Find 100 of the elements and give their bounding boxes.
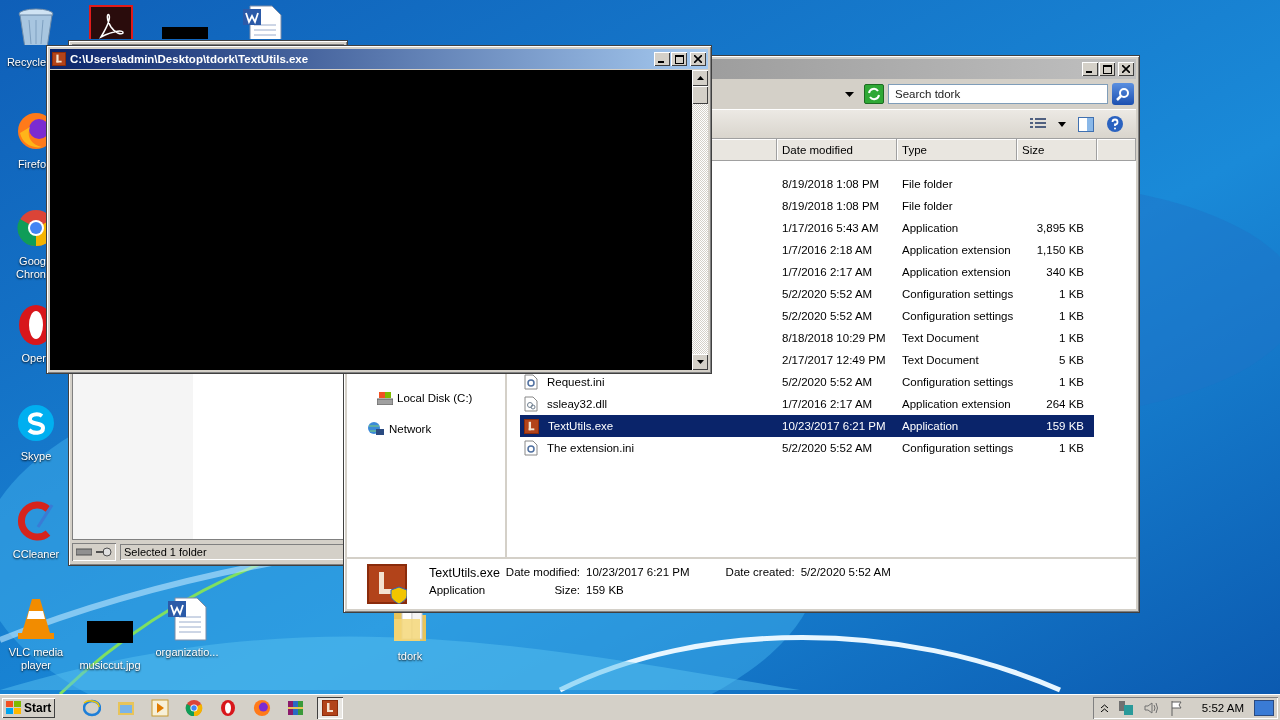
detail-value: 159 KB bbox=[586, 584, 625, 598]
app-icon bbox=[367, 564, 407, 604]
file-row[interactable]: 2/17/2017 12:49 PM Text Document 5 KB bbox=[777, 349, 1094, 371]
desktop-icon-label: Firefo bbox=[16, 158, 46, 171]
speaker-icon[interactable] bbox=[1143, 700, 1160, 715]
date-cell-text: 8/19/2018 1:08 PM bbox=[781, 178, 881, 190]
maximize-icon bbox=[1102, 64, 1112, 74]
app-icon bbox=[52, 52, 66, 66]
play-icon bbox=[151, 698, 170, 717]
close-button[interactable] bbox=[690, 52, 706, 66]
file-row[interactable]: 1/7/2016 2:18 AM Application extension 1,150 KB bbox=[777, 239, 1094, 261]
scrollbar[interactable] bbox=[692, 70, 708, 370]
file-row[interactable]: 8/19/2018 1:08 PM File folder bbox=[777, 173, 1094, 195]
desktop-icon-label: tdork bbox=[397, 650, 423, 663]
type-cell-text: File folder bbox=[901, 200, 954, 212]
minimize-button[interactable] bbox=[654, 52, 670, 66]
refresh-button[interactable] bbox=[864, 84, 884, 104]
document-icon[interactable] bbox=[242, 5, 282, 39]
library-file-icon bbox=[524, 396, 538, 412]
size-cell-text: 159 KB bbox=[1045, 420, 1084, 432]
show-desktop-icon[interactable] bbox=[1254, 699, 1274, 716]
size-cell-text: 340 KB bbox=[1045, 266, 1084, 278]
close-button[interactable] bbox=[1118, 62, 1134, 76]
column-header[interactable]: Type bbox=[897, 139, 1017, 161]
nav-item[interactable]: Local Disk (C:) bbox=[347, 391, 505, 405]
settings-file-icon bbox=[524, 440, 538, 456]
caret-icon[interactable] bbox=[1058, 121, 1066, 127]
opera-icon bbox=[219, 698, 238, 717]
type-cell-text: Application extension bbox=[901, 244, 1012, 256]
file-row[interactable]: TextUtils.exe 10/23/2017 6:21 PM Application 159 KB bbox=[520, 415, 1094, 437]
date-cell-text: 1/7/2016 2:17 AM bbox=[781, 266, 874, 278]
file-name: TextUtils.exe bbox=[429, 566, 500, 582]
column-header[interactable]: Date modified bbox=[777, 139, 897, 161]
dropdown-icon[interactable] bbox=[845, 91, 854, 97]
app-icon bbox=[322, 699, 339, 716]
size-cell-text: 5 KB bbox=[1058, 354, 1084, 366]
file-row[interactable]: 5/2/2020 5:52 AM Configuration settings 1 KB bbox=[777, 283, 1094, 305]
size-cell-text: 3,895 KB bbox=[1035, 222, 1084, 234]
column-header[interactable] bbox=[1097, 139, 1136, 161]
date-cell-text: 5/2/2020 5:52 AM bbox=[781, 442, 874, 454]
minimize-button[interactable] bbox=[1082, 62, 1098, 76]
date-cell-text: 5/2/2020 5:52 AM bbox=[781, 288, 874, 300]
clock[interactable]: 5:52 AM bbox=[1201, 701, 1244, 714]
search-button[interactable] bbox=[1112, 83, 1134, 105]
size-cell-text: 1 KB bbox=[1058, 442, 1084, 454]
date-cell-text: 1/7/2016 2:18 AM bbox=[781, 244, 874, 256]
date-cell-text: 5/2/2020 5:52 AM bbox=[781, 376, 874, 388]
file-row[interactable]: ssleay32.dll 1/7/2016 2:17 AM Application extension 264 KB bbox=[520, 393, 1094, 415]
type-cell-text: Application extension bbox=[901, 398, 1012, 410]
search-field[interactable]: Search tdork bbox=[888, 84, 1108, 104]
network-icon bbox=[367, 421, 385, 437]
help-icon[interactable] bbox=[1106, 115, 1124, 133]
status-text: Selected 1 folder bbox=[120, 544, 344, 560]
document-icon[interactable] bbox=[167, 597, 207, 641]
taskbar-button[interactable] bbox=[317, 696, 344, 719]
file-row[interactable]: 1/7/2016 2:17 AM Application extension 340 KB bbox=[777, 261, 1094, 283]
size-cell-text: 264 KB bbox=[1045, 398, 1084, 410]
scrollbar-thumb[interactable] bbox=[692, 86, 708, 104]
file-row[interactable]: 1/17/2016 5:43 AM Application 3,895 KB bbox=[777, 217, 1094, 239]
skype-icon[interactable] bbox=[16, 403, 56, 443]
traffic-cone-icon[interactable] bbox=[16, 597, 56, 641]
column-header[interactable]: Size bbox=[1017, 139, 1097, 161]
books-icon bbox=[287, 698, 306, 717]
drive-icon bbox=[76, 548, 92, 556]
date-cell-text: 8/19/2018 1:08 PM bbox=[781, 200, 881, 212]
type-cell-text: Configuration settings bbox=[901, 288, 1015, 300]
type-cell-text: Application bbox=[901, 420, 960, 432]
file-row[interactable]: 8/18/2018 10:29 PM Text Document 1 KB bbox=[777, 327, 1094, 349]
network-icon[interactable] bbox=[1117, 699, 1134, 716]
size-cell-text: 1 KB bbox=[1058, 288, 1084, 300]
type-cell-text: File folder bbox=[901, 178, 954, 190]
view-list-icon[interactable] bbox=[1030, 118, 1046, 130]
date-cell-text: 1/17/2016 5:43 AM bbox=[781, 222, 880, 234]
date-cell-text: 10/23/2017 6:21 PM bbox=[781, 420, 887, 432]
nav-item[interactable]: Network bbox=[347, 421, 505, 437]
file-name: The extension.ini bbox=[546, 442, 634, 454]
desktop-icon-label: Oper bbox=[20, 352, 46, 365]
column-header[interactable] bbox=[711, 139, 777, 161]
preview-pane-icon[interactable] bbox=[1078, 116, 1094, 132]
flag-icon[interactable] bbox=[1169, 699, 1184, 716]
file-row[interactable]: The extension.ini 5/2/2020 5:52 AM Configuration settings 1 KB bbox=[520, 437, 1094, 459]
file-name: TextUtils.exe bbox=[547, 420, 614, 432]
detail-label: Date modified: bbox=[505, 566, 580, 580]
drive-icon bbox=[377, 391, 393, 405]
maximize-button[interactable] bbox=[1099, 62, 1115, 76]
size-cell-text: 1 KB bbox=[1058, 310, 1084, 322]
type-cell-text: Configuration settings bbox=[901, 442, 1015, 454]
file-row[interactable]: 5/2/2020 5:52 AM Configuration settings 1 KB bbox=[777, 305, 1094, 327]
chevron-up-icon[interactable] bbox=[1100, 703, 1108, 712]
detail-label: Size: bbox=[553, 584, 580, 598]
file-row[interactable]: 8/19/2018 1:08 PM File folder bbox=[777, 195, 1094, 217]
file-row[interactable]: Request.ini 5/2/2020 5:52 AM Configuration settings 1 KB bbox=[520, 371, 1094, 393]
refresh-icon bbox=[867, 87, 881, 101]
pdf-icon[interactable] bbox=[89, 5, 133, 39]
type-cell-text: Configuration settings bbox=[901, 376, 1015, 388]
recycle-bin-icon[interactable] bbox=[17, 8, 55, 45]
chrome-icon bbox=[185, 698, 204, 717]
start-button[interactable]: Start bbox=[2, 697, 56, 718]
maximize-button[interactable] bbox=[671, 52, 687, 66]
desktop-icon-label: Skype bbox=[20, 450, 52, 463]
